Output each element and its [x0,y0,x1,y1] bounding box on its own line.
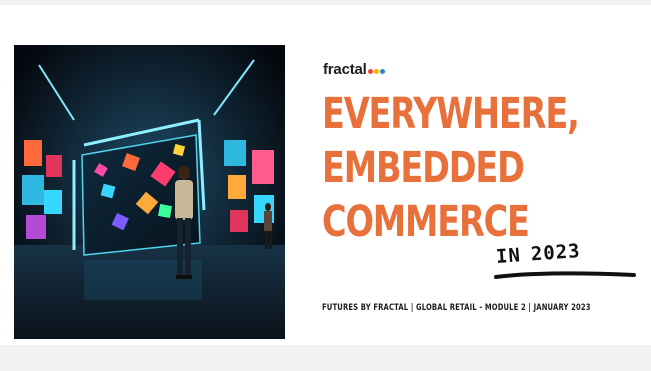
script-prefix: IN [495,244,522,268]
headline-line-3: COMMERCE [322,197,530,247]
presentation-slide: fractal EVERYWHERE, EMBEDDED COMMERCE IN… [0,5,651,345]
gallery-illustration [14,45,285,339]
tagline: FUTURES BY FRACTAL | GLOBAL RETAIL - MOD… [322,303,591,313]
logo-dot-blue [379,68,385,74]
logo-dot-yellow [373,68,379,74]
headline-line-1: EVERYWHERE, [322,89,580,139]
headline-line-2: EMBEDDED [322,143,525,193]
hero-image [14,45,285,339]
fractal-logo: fractal [323,61,385,78]
headline: EVERYWHERE, EMBEDDED COMMERCE [322,87,580,249]
logo-dots [367,68,385,74]
logo-dot-red [367,68,373,74]
logo-text: fractal [323,61,367,78]
handwritten-year: IN 2023 [495,240,581,268]
script-year: 2023 [530,240,582,266]
brush-underline [494,271,636,279]
